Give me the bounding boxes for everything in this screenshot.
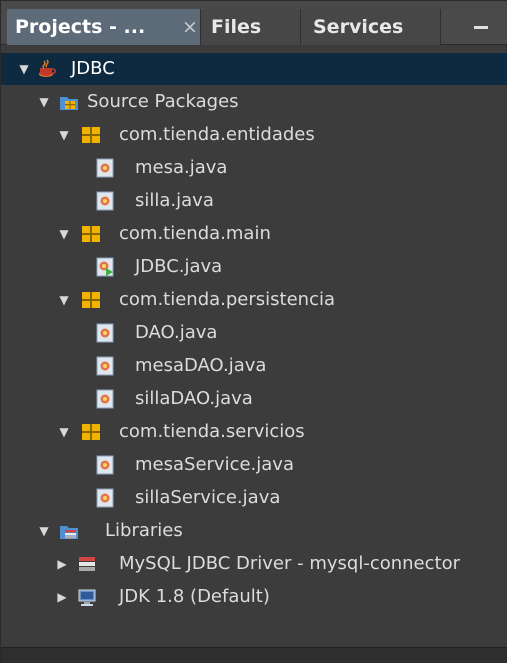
file-label: silla.java (135, 190, 214, 211)
java-file-icon (96, 323, 114, 343)
expanded-arrow-icon[interactable]: ▼ (37, 95, 51, 109)
java-file-icon (96, 191, 114, 211)
package-label: com.tienda.servicios (119, 421, 305, 442)
expanded-arrow-icon[interactable]: ▼ (57, 128, 71, 142)
minimize-icon (474, 25, 488, 29)
java-file-icon (96, 488, 114, 508)
expanded-arrow-icon[interactable]: ▼ (57, 227, 71, 241)
tab-bar: Projects - ... × Files Services (1, 1, 507, 45)
package-label: com.tienda.main (119, 223, 271, 244)
java-file-icon (96, 356, 114, 376)
collapsed-arrow-icon[interactable]: ▶ (55, 557, 69, 571)
tab-services[interactable]: Services (301, 9, 441, 45)
package-icon (82, 424, 100, 440)
tab-projects[interactable]: Projects - ... × (7, 9, 201, 45)
tab-services-label: Services (313, 16, 404, 38)
library-label: MySQL JDBC Driver - mysql-connector (119, 553, 460, 574)
jar-library-icon (79, 557, 95, 571)
library-label: JDK 1.8 (Default) (119, 586, 270, 607)
tab-projects-label: Projects - ... (15, 16, 146, 38)
tree-node-libraries[interactable]: ▼ Libraries (1, 515, 507, 547)
package-icon (82, 292, 100, 308)
package-label: com.tienda.entidades (119, 124, 315, 145)
expanded-arrow-icon[interactable]: ▼ (37, 524, 51, 538)
libraries-icon (60, 526, 78, 539)
tab-files-label: Files (211, 16, 262, 38)
tab-files[interactable]: Files (201, 9, 301, 45)
tree-node-library[interactable]: ▶ MySQL JDBC Driver - mysql-connector (1, 548, 507, 580)
package-icon (82, 127, 100, 143)
java-file-icon (96, 158, 114, 178)
tree-node-package[interactable]: ▼ com.tienda.entidades (1, 119, 507, 151)
jdk-platform-icon (78, 589, 96, 606)
project-name: JDBC (71, 58, 115, 79)
java-file-icon (96, 455, 114, 475)
projects-window: Projects - ... × Files Services ▼ JDBC ▼… (0, 0, 507, 663)
tree-node-package[interactable]: ▼ com.tienda.main (1, 218, 507, 250)
source-packages-label: Source Packages (87, 91, 239, 112)
tree-node-file[interactable]: sillaService.java (1, 482, 507, 514)
collapsed-arrow-icon[interactable]: ▶ (55, 590, 69, 604)
tree-node-file[interactable]: JDBC.java (1, 251, 507, 283)
file-label: sillaDAO.java (135, 388, 253, 409)
tree-node-project[interactable]: ▼ JDBC (1, 53, 507, 85)
tree-node-file[interactable]: mesaDAO.java (1, 350, 507, 382)
java-file-icon (96, 389, 114, 409)
tree-node-package[interactable]: ▼ com.tienda.servicios (1, 416, 507, 448)
file-label: mesaService.java (135, 454, 294, 475)
file-label: JDBC.java (135, 256, 223, 277)
file-label: sillaService.java (135, 487, 281, 508)
tree-node-file[interactable]: DAO.java (1, 317, 507, 349)
file-label: DAO.java (135, 322, 218, 343)
tree-node-file[interactable]: mesaService.java (1, 449, 507, 481)
tree-node-package[interactable]: ▼ com.tienda.persistencia (1, 284, 507, 316)
tree-node-source-packages[interactable]: ▼ Source Packages (1, 86, 507, 118)
tree-node-file[interactable]: silla.java (1, 185, 507, 217)
file-label: mesa.java (135, 157, 228, 178)
tree-node-file[interactable]: mesa.java (1, 152, 507, 184)
expanded-arrow-icon[interactable]: ▼ (17, 62, 31, 76)
package-icon (82, 226, 100, 242)
package-label: com.tienda.persistencia (119, 289, 336, 310)
libraries-label: Libraries (105, 520, 183, 541)
tree-node-library[interactable]: ▶ JDK 1.8 (Default) (1, 581, 507, 613)
expanded-arrow-icon[interactable]: ▼ (57, 293, 71, 307)
tree-node-file[interactable]: sillaDAO.java (1, 383, 507, 415)
file-label: mesaDAO.java (135, 355, 267, 376)
expanded-arrow-icon[interactable]: ▼ (57, 425, 71, 439)
source-packages-icon (60, 97, 78, 110)
java-project-icon (39, 59, 56, 77)
bottom-edge (1, 647, 507, 663)
close-icon[interactable]: × (179, 13, 201, 41)
minimize-button[interactable] (461, 9, 501, 45)
java-main-file-icon (96, 257, 114, 277)
project-tree: ▼ JDBC ▼ Source Packages ▼ com.tienda.en… (1, 47, 507, 647)
